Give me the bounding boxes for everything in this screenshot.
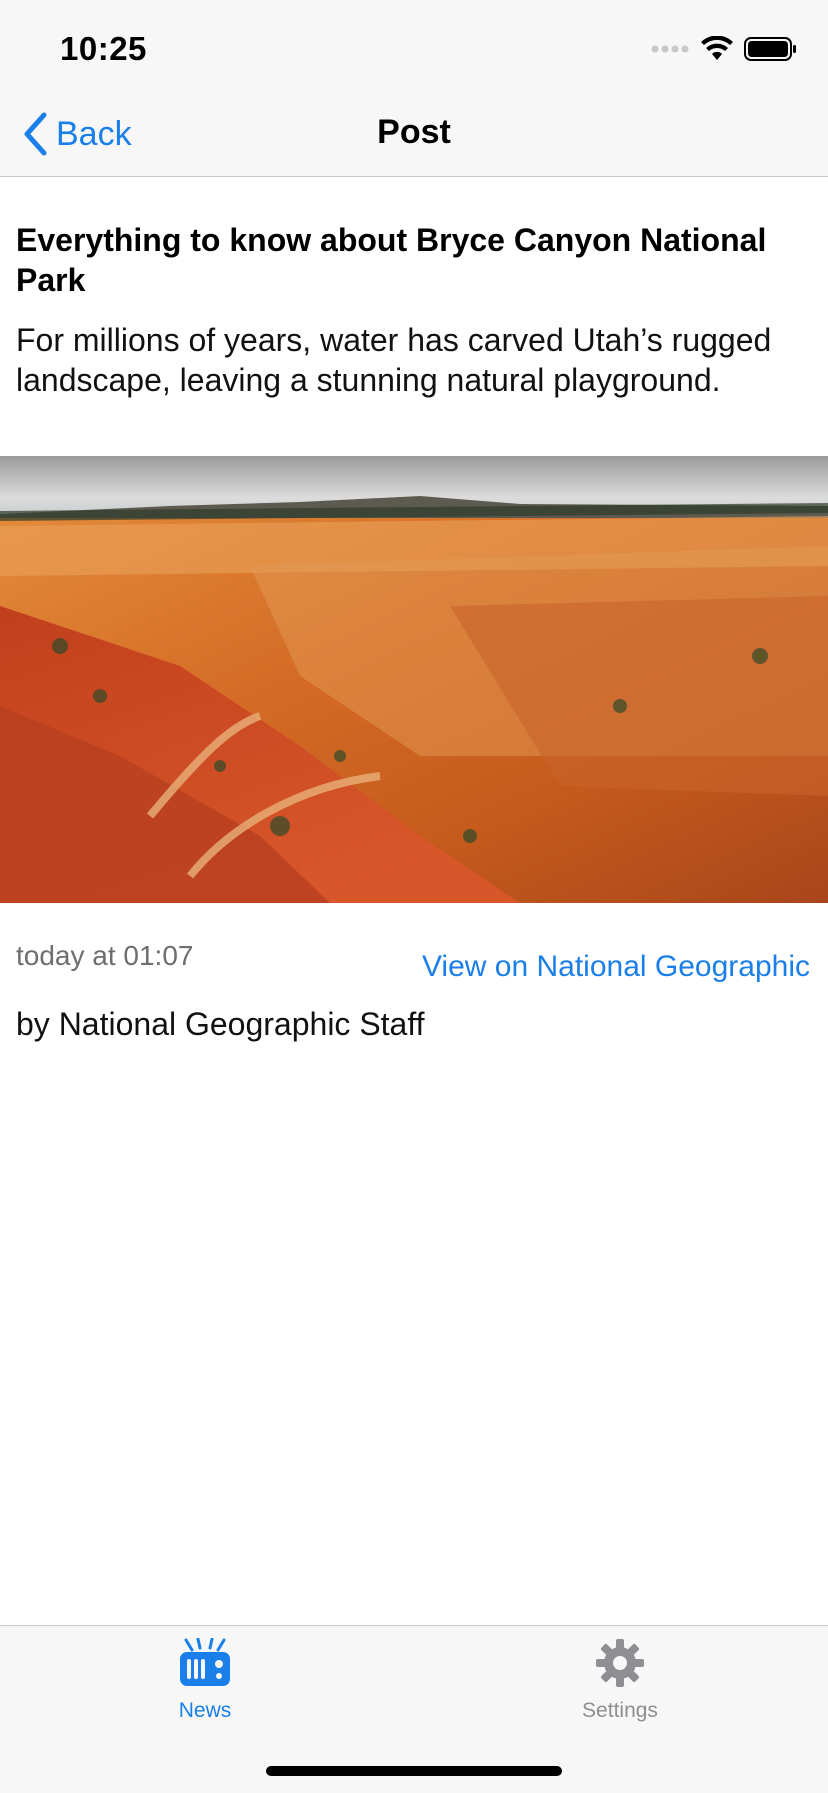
wifi-icon — [701, 36, 733, 60]
article-timestamp: today at 01:07 — [16, 940, 194, 971]
tab-news[interactable]: News — [105, 1637, 305, 1723]
tab-settings[interactable]: Settings — [520, 1638, 720, 1723]
article-byline: by National Geographic Staff — [16, 1006, 425, 1042]
status-icons — [650, 36, 798, 62]
page-title: Post — [377, 113, 451, 151]
article-summary: For millions of years, water has carved … — [16, 322, 772, 398]
navigation-bar: Back Post — [0, 95, 828, 177]
battery-icon — [744, 37, 796, 61]
status-bar: 10:25 — [0, 0, 828, 95]
gear-icon — [596, 1639, 644, 1687]
home-indicator[interactable] — [266, 1766, 562, 1776]
article-hero-image — [0, 456, 828, 903]
tab-settings-label: Settings — [582, 1699, 658, 1722]
view-source-link[interactable]: View on National Geographic — [422, 950, 810, 984]
article-headline: Everything to know about Bryce Canyon Na… — [16, 222, 767, 298]
radio-icon — [180, 1637, 230, 1686]
tab-news-label: News — [178, 1699, 232, 1722]
status-time: 10:25 — [60, 30, 147, 67]
cellular-signal-icon — [651, 45, 689, 53]
